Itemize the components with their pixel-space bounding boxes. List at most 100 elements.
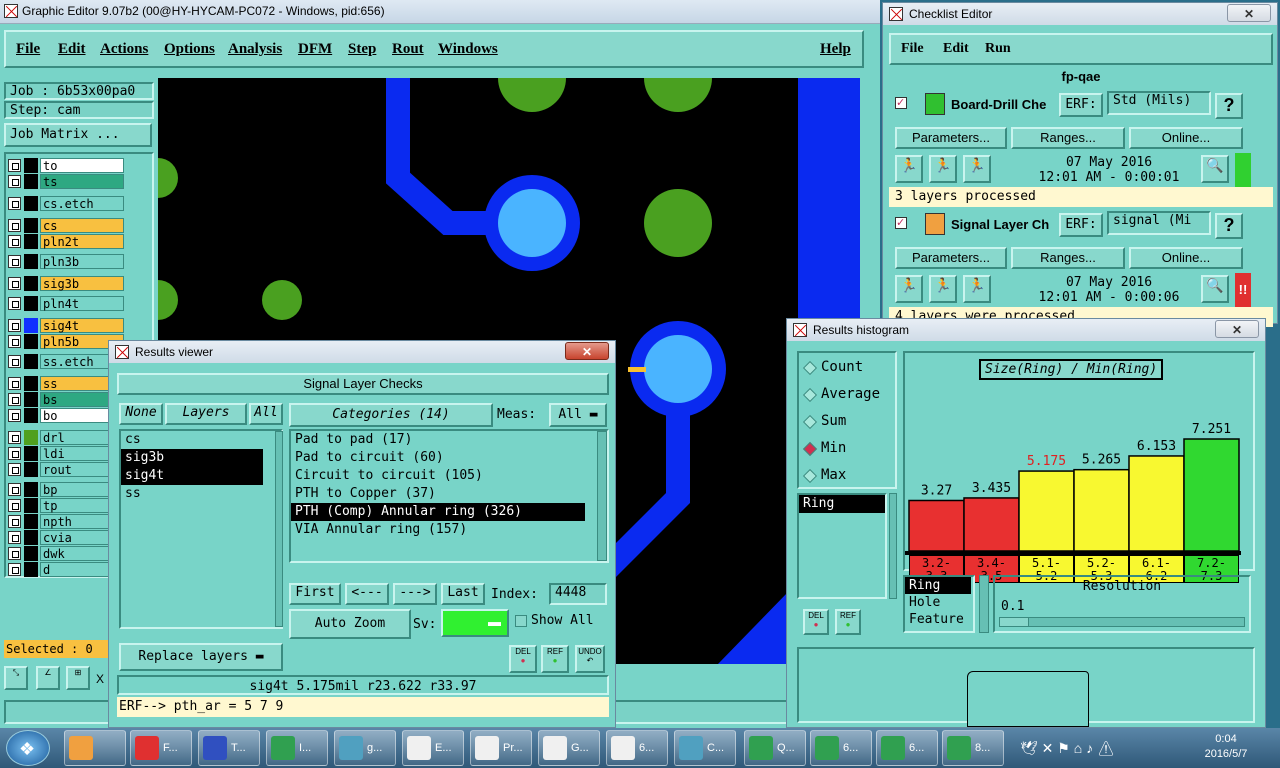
layer-row-ss[interactable]: ss	[8, 376, 124, 391]
layer-row-pln3b[interactable]: pln3b	[8, 254, 124, 269]
aggregate-option-count[interactable]: Count	[799, 359, 895, 379]
menu-rout[interactable]: Rout	[392, 41, 424, 58]
layer-row-sig4t[interactable]: sig4t	[8, 318, 124, 333]
first-button[interactable]: First	[289, 583, 341, 605]
item-name[interactable]: Board-Drill Che	[951, 97, 1061, 112]
grid-icon[interactable]: ⊞	[66, 666, 90, 690]
zoom-results-icon[interactable]: 🔍	[1201, 275, 1229, 303]
layer-row-bo[interactable]: bo	[8, 408, 124, 423]
auto-zoom-button[interactable]: Auto Zoom	[289, 609, 411, 639]
layer-row-pln5b[interactable]: pln5b	[8, 334, 124, 349]
taskbar-item[interactable]	[64, 730, 126, 766]
menu-dfm[interactable]: DFM	[298, 41, 332, 58]
dimension-item[interactable]: Feature	[905, 611, 971, 628]
zoom-results-icon[interactable]: 🔍	[1201, 155, 1229, 183]
layer-color-swatch[interactable]	[24, 482, 38, 497]
category-scrollbar[interactable]	[597, 431, 607, 561]
taskbar-item[interactable]: 8...	[942, 730, 1004, 766]
layer-row-ss.etch[interactable]: ss.etch	[8, 354, 124, 369]
radio-icon[interactable]	[802, 441, 818, 457]
layer-color-swatch[interactable]	[24, 354, 38, 369]
layer-color-swatch[interactable]	[24, 334, 38, 349]
last-button[interactable]: Last	[441, 583, 485, 605]
category-item[interactable]: Circuit to circuit (105)	[291, 467, 585, 485]
job-matrix-button[interactable]: Job Matrix ...	[4, 123, 152, 147]
layer-color-swatch[interactable]	[24, 376, 38, 391]
ring-list[interactable]: Ring	[797, 493, 887, 599]
layer-row-to[interactable]: to	[8, 158, 124, 173]
layer-color-swatch[interactable]	[24, 462, 38, 477]
layer-color-swatch[interactable]	[24, 318, 38, 333]
layer-checkbox[interactable]	[8, 175, 21, 188]
results-title-bar[interactable]: Results viewer ✕	[109, 341, 615, 363]
taskbar-item[interactable]: C...	[674, 730, 736, 766]
layer-color-swatch[interactable]	[24, 514, 38, 529]
none-button[interactable]: None	[119, 403, 163, 425]
index-field[interactable]: 4448	[549, 583, 607, 605]
aggregate-option-sum[interactable]: Sum	[799, 413, 895, 433]
layer-checkbox[interactable]	[8, 499, 21, 512]
dimension-item[interactable]: Hole	[905, 594, 971, 611]
result-layer-item[interactable]: cs	[121, 431, 263, 449]
layer-checkbox[interactable]	[8, 531, 21, 544]
layer-checkbox[interactable]	[8, 277, 21, 290]
aggregate-option-average[interactable]: Average	[799, 386, 895, 406]
histogram-bar[interactable]	[908, 499, 965, 552]
taskbar-item[interactable]: F...	[130, 730, 192, 766]
checklist-menu-edit[interactable]: Edit	[943, 41, 969, 57]
layer-row-cs[interactable]: cs	[8, 218, 124, 233]
layer-row-rout[interactable]: rout	[8, 462, 124, 477]
layer-checkbox[interactable]	[8, 393, 21, 406]
hist-del-button[interactable]: DEL ●	[803, 609, 829, 635]
layer-row-sig3b[interactable]: sig3b	[8, 276, 124, 291]
item-parameters-button[interactable]: Parameters...	[895, 247, 1007, 269]
histogram-bar[interactable]	[1183, 438, 1240, 552]
layer-checkbox[interactable]	[8, 335, 21, 348]
checklist-title-bar[interactable]: Checklist Editor ✕	[883, 3, 1277, 25]
result-layer-item[interactable]: sig4t	[121, 467, 263, 485]
stop-icon[interactable]: 🏃	[963, 155, 991, 183]
dimension-item[interactable]: Ring	[905, 577, 971, 594]
radio-icon[interactable]	[802, 468, 818, 484]
item-erf-field[interactable]: signal (Mi	[1107, 211, 1211, 235]
layer-color-swatch[interactable]	[24, 158, 38, 173]
layer-row-tp[interactable]: tp	[8, 498, 124, 513]
results-close-button[interactable]: ✕	[565, 342, 609, 360]
menu-analysis[interactable]: Analysis	[228, 41, 282, 58]
layer-color-swatch[interactable]	[24, 446, 38, 461]
taskbar-item[interactable]: 6...	[810, 730, 872, 766]
layer-color-swatch[interactable]	[24, 498, 38, 513]
taskbar-item[interactable]: 6...	[606, 730, 668, 766]
radio-icon[interactable]	[802, 360, 818, 376]
run-icon[interactable]: 🏃	[895, 275, 923, 303]
layer-list-scrollbar[interactable]	[275, 431, 283, 627]
menu-options[interactable]: Options	[164, 41, 215, 58]
tray-alert-icon[interactable]: ⚠	[1097, 740, 1115, 756]
category-item[interactable]: PTH to Copper (37)	[291, 485, 585, 503]
ring-scrollbar[interactable]	[889, 493, 897, 599]
item-enabled-checkbox[interactable]: ✓	[895, 217, 907, 229]
taskbar-item[interactable]: Pr...	[470, 730, 532, 766]
layer-color-swatch[interactable]	[24, 392, 38, 407]
layer-checkbox[interactable]	[8, 319, 21, 332]
dimension-list[interactable]: Ring Hole Feature	[903, 575, 975, 633]
del-button[interactable]: DEL ●	[509, 645, 537, 673]
item-erf-field[interactable]: Std (Mils)	[1107, 91, 1211, 115]
item-parameters-button[interactable]: Parameters...	[895, 127, 1007, 149]
replace-layers-button[interactable]: Replace layers ▬	[119, 643, 283, 671]
item-ranges-button[interactable]: Ranges...	[1011, 247, 1125, 269]
item-name[interactable]: Signal Layer Ch	[951, 217, 1061, 232]
layer-color-swatch[interactable]	[24, 218, 38, 233]
zoom-fit-icon[interactable]: ⤡	[4, 666, 28, 690]
taskbar-item[interactable]: g...	[334, 730, 396, 766]
taskbar-item[interactable]: Q...	[744, 730, 806, 766]
tray-x-icon[interactable]: ✕	[1042, 740, 1054, 756]
layer-color-swatch[interactable]	[24, 254, 38, 269]
menu-edit[interactable]: Edit	[58, 41, 86, 58]
category-list[interactable]: Pad to pad (17) Pad to circuit (60) Circui…	[289, 429, 609, 563]
layer-row-d[interactable]: d	[8, 562, 124, 577]
layer-row-pln2t[interactable]: pln2t	[8, 234, 124, 249]
results-layer-list[interactable]: cs sig3b sig4t ss	[119, 429, 283, 629]
show-all-checkbox[interactable]	[515, 615, 527, 627]
layer-row-cvia[interactable]: cvia	[8, 530, 124, 545]
